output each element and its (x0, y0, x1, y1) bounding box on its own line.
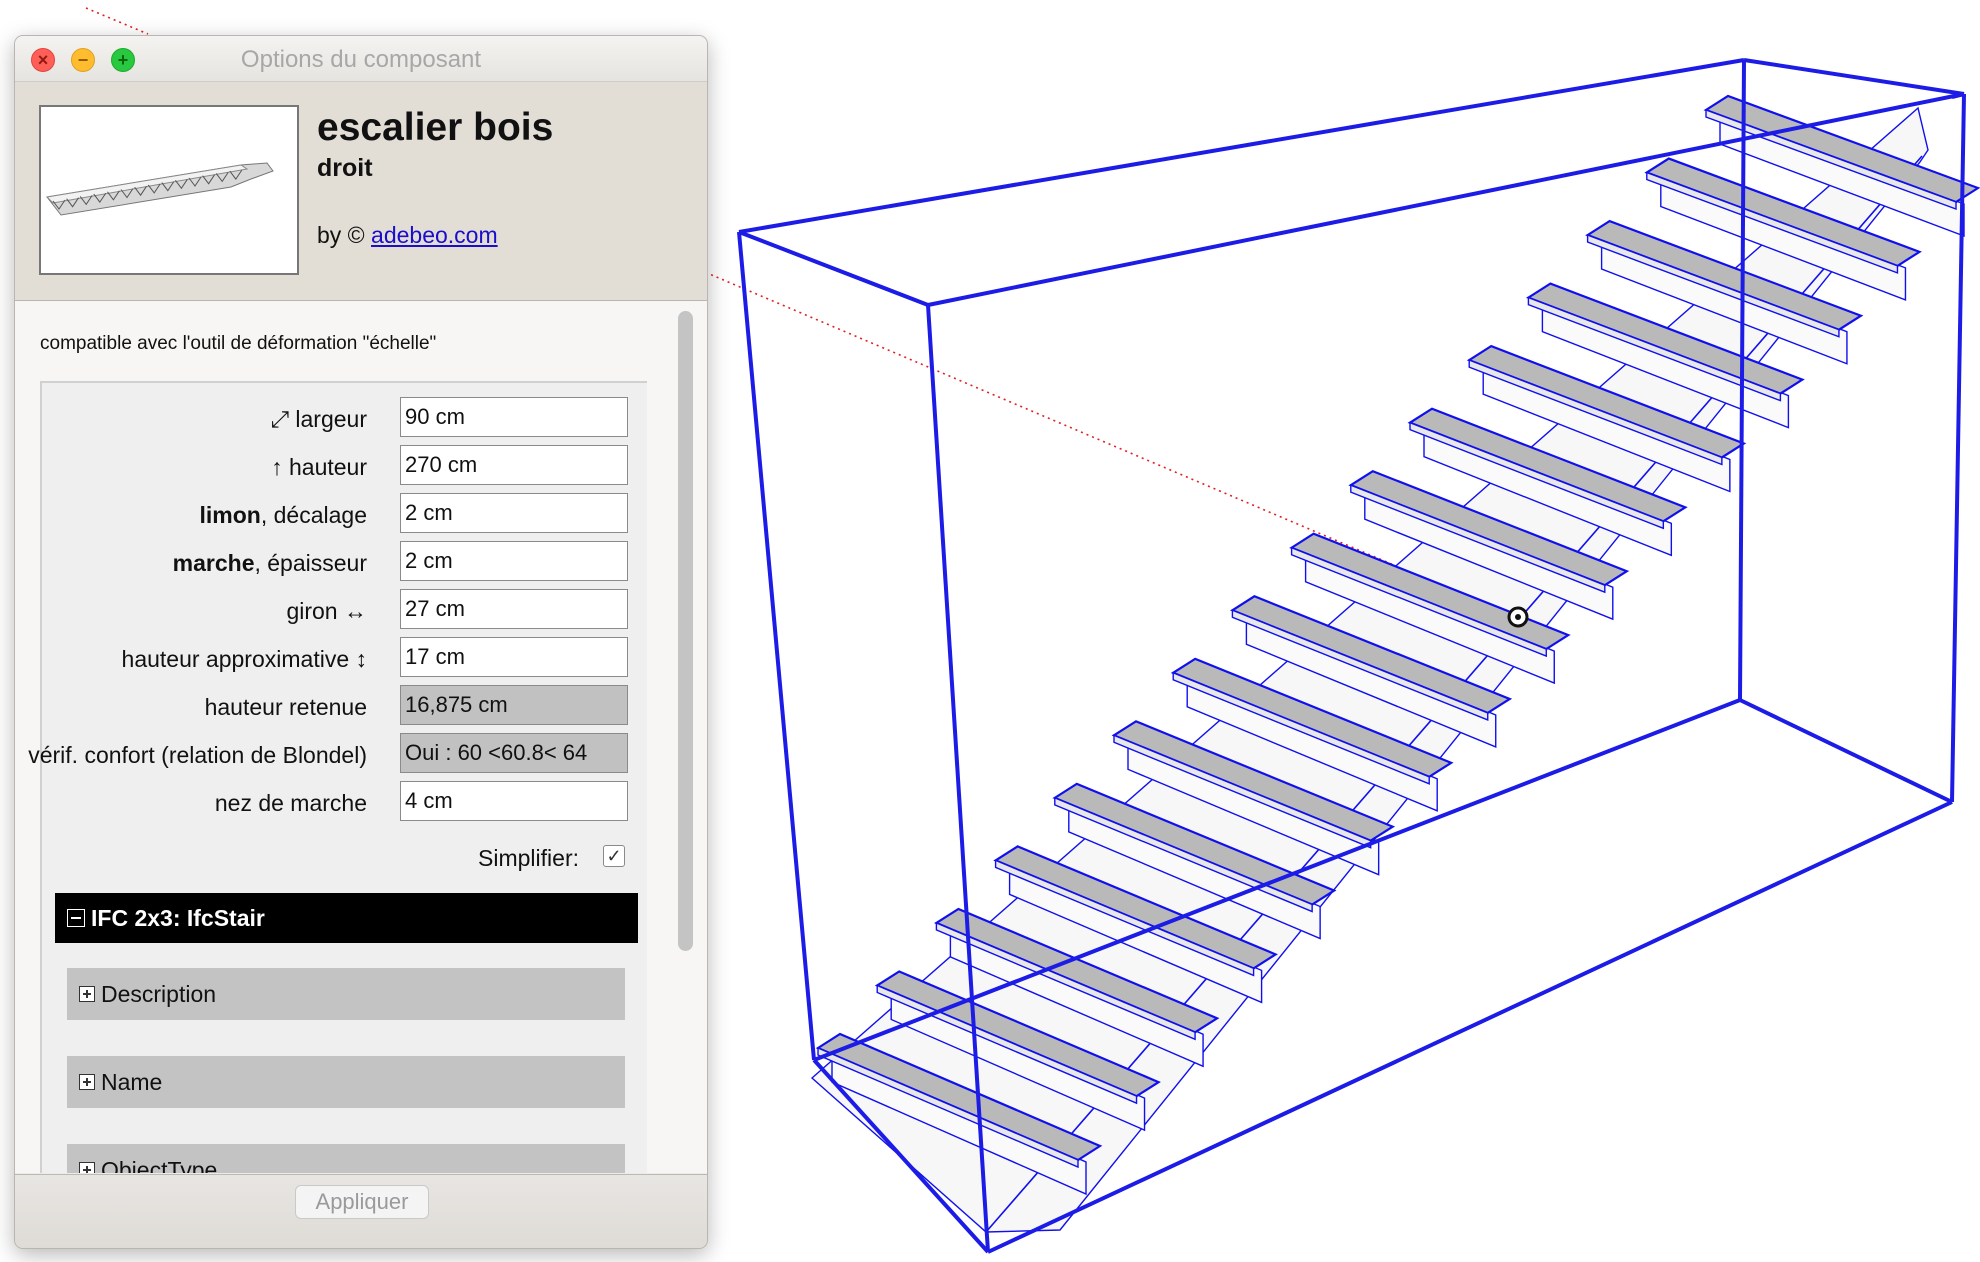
param-input[interactable]: 27 cm (400, 589, 628, 629)
bounding-box-edge (738, 58, 1745, 234)
ifc-objecttype-section[interactable]: ObjectType (67, 1144, 625, 1173)
param-label: ⤢ largeur (270, 406, 367, 432)
apply-button[interactable]: Appliquer (295, 1185, 429, 1219)
cursor-dot (1515, 614, 1521, 620)
bounding-box-edge (1743, 58, 1965, 96)
param-input[interactable]: 2 cm (400, 541, 628, 581)
param-row: vérif. confort (relation de Blondel) Oui … (28, 733, 647, 777)
param-input[interactable]: 4 cm (400, 781, 628, 821)
bounding-box-edge (1738, 59, 1746, 701)
param-row: hauteur approximative ↕ 17 cm (42, 637, 647, 681)
param-label: ↑ hauteur (271, 454, 367, 480)
options-content: compatible avec l'outil de déformation "… (15, 301, 707, 1173)
expand-icon (79, 1162, 95, 1173)
param-label-rest: , épaisseur (254, 550, 367, 576)
param-label: nez de marche (214, 790, 367, 816)
param-input[interactable]: 2 cm (400, 493, 628, 533)
stair-thumbnail-icon (45, 162, 274, 216)
param-row: nez de marche 4 cm (42, 781, 647, 825)
param-row: limon, décalage 2 cm (42, 493, 647, 537)
title-bar[interactable]: × − + Options du composant (15, 36, 707, 82)
section-label: Name (101, 1069, 163, 1095)
param-label-bold: limon (199, 502, 261, 528)
window-title: Options du composant (240, 46, 482, 73)
section-label: ObjectType (101, 1157, 218, 1173)
component-name: escalier bois (317, 106, 554, 149)
param-row: ↑ hauteur 270 cm (42, 445, 647, 489)
param-row: hauteur retenue 16,875 cm (42, 685, 647, 729)
component-subtitle: droit (317, 154, 373, 182)
component-options-dialog: × − + Options du composant escalier bois… (14, 35, 708, 1249)
parameters-panel: ⤢ largeur 90 cm ↑ hauteur 270 cm limon, déca… (28, 381, 647, 1173)
component-header: escalier bois droit by © adebeo.com (15, 82, 707, 301)
collapse-icon (67, 909, 85, 927)
param-input[interactable]: 17 cm (400, 637, 628, 677)
param-readonly-value: 16,875 cm (400, 685, 628, 725)
ifc-header-label: IFC 2x3: IfcStair (91, 905, 265, 931)
bounding-box-edge (738, 230, 929, 307)
param-row: ⤢ largeur 90 cm (42, 397, 647, 441)
section-label: Description (101, 981, 217, 1007)
cursor-target-icon (1507, 606, 1529, 628)
param-input[interactable]: 270 cm (400, 445, 628, 485)
param-row: giron ↔ 27 cm (42, 589, 647, 633)
param-label: giron ↔ (286, 598, 367, 624)
scrollbar-thumb[interactable] (678, 311, 693, 951)
param-input[interactable]: 90 cm (400, 397, 628, 437)
param-label: vérif. confort (relation de Blondel) (28, 742, 367, 768)
param-label-bold: marche (172, 550, 255, 576)
simplify-label: Simplifier: (478, 845, 579, 871)
guide-line (85, 7, 149, 35)
param-label-rest: , décalage (260, 502, 367, 528)
component-thumbnail (39, 105, 299, 275)
ifc-description-section[interactable]: Description (67, 968, 625, 1020)
param-readonly-value: Oui : 60 <60.8< 64 (400, 733, 628, 773)
compatibility-note: compatible avec l'outil de déformation "… (40, 333, 437, 354)
param-label: hauteur retenue (204, 694, 367, 720)
bounding-box-edge (737, 231, 816, 1061)
param-label: marche, épaisseur (173, 550, 367, 577)
ifc-section-header[interactable]: IFC 2x3: IfcStair (55, 893, 638, 943)
param-label: limon, décalage (200, 502, 367, 529)
expand-icon (79, 1074, 95, 1090)
simplify-checkbox[interactable]: ✓ (603, 845, 625, 867)
author-link[interactable]: adebeo.com (371, 222, 498, 248)
checkmark-icon: ✓ (606, 846, 622, 866)
param-label: hauteur approximative ↕ (121, 646, 367, 672)
author-prefix: by © (317, 222, 372, 248)
bounding-box-edge (1739, 698, 1953, 804)
ifc-name-section[interactable]: Name (67, 1056, 625, 1108)
dialog-footer: Appliquer (15, 1174, 707, 1248)
expand-icon (79, 986, 95, 1002)
param-row: marche, épaisseur 2 cm (42, 541, 647, 585)
component-author: by © adebeo.com (317, 222, 498, 249)
